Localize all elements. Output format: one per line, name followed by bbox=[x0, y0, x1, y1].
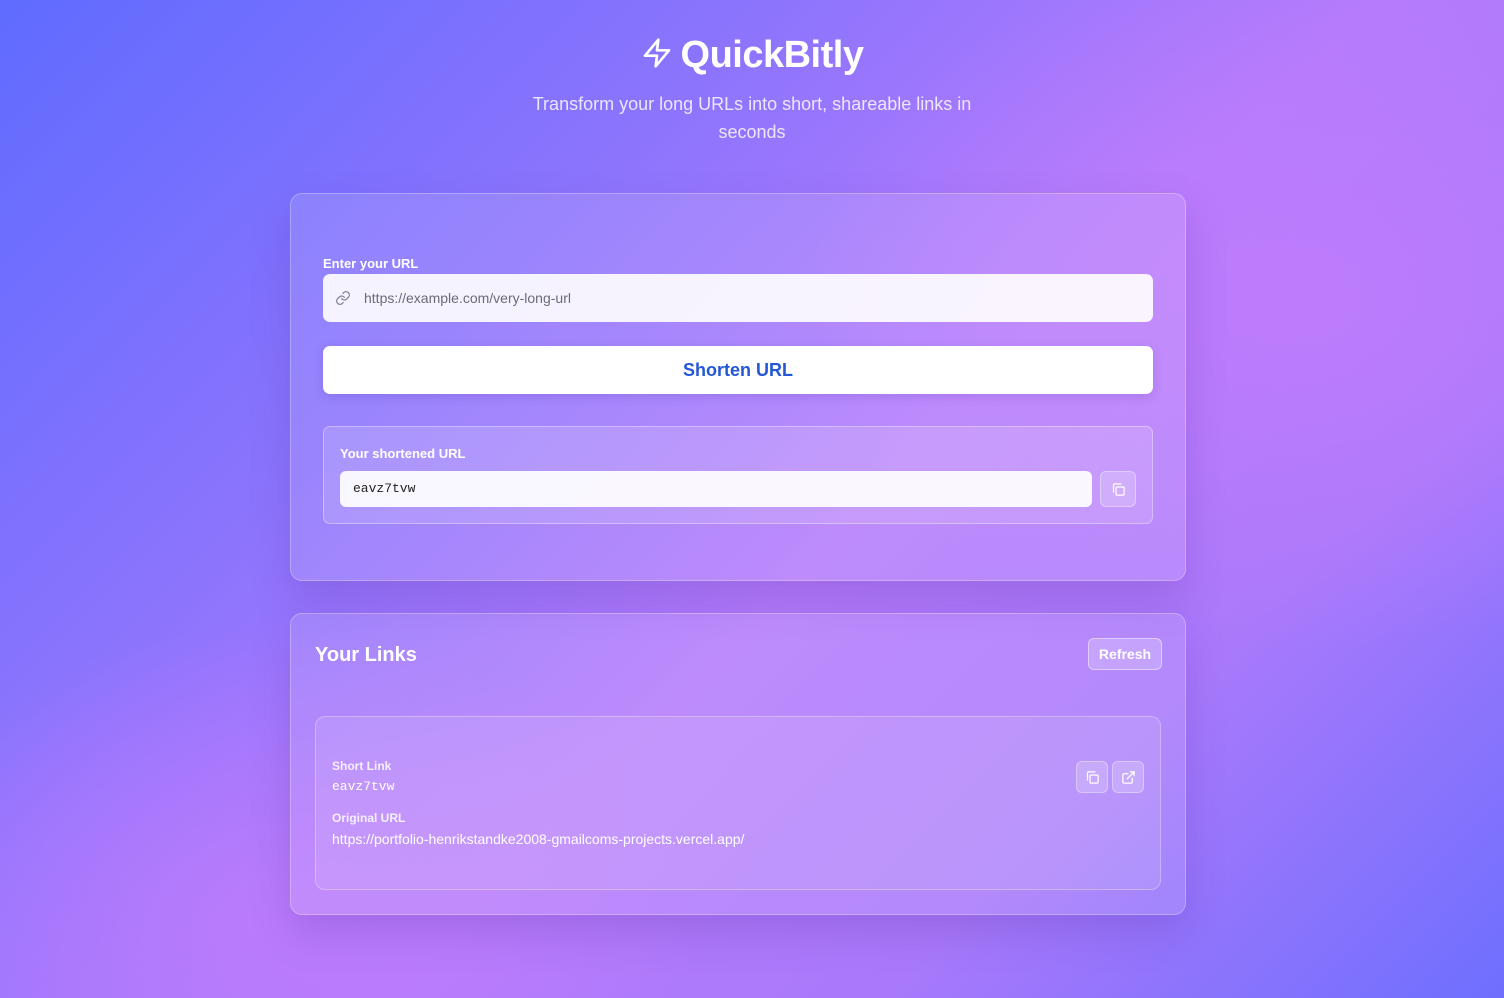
list-item: Short Link eavz7tvw Original URL https:/… bbox=[315, 716, 1161, 890]
app-title: QuickBitly bbox=[680, 33, 864, 76]
shorten-card: Enter your URL Shorten URL Your shortene… bbox=[290, 193, 1186, 581]
original-url-label: Original URL bbox=[332, 811, 406, 825]
url-input[interactable] bbox=[364, 290, 1124, 306]
url-input-container[interactable] bbox=[323, 274, 1153, 322]
shortened-url-field[interactable]: eavz7tvw bbox=[340, 471, 1092, 507]
brand: QuickBitly bbox=[641, 30, 864, 80]
refresh-button[interactable]: Refresh bbox=[1088, 638, 1162, 670]
lightning-bolt-icon bbox=[641, 37, 673, 74]
app-header: QuickBitly Transform your long URLs into… bbox=[0, 30, 1504, 146]
external-link-icon bbox=[1121, 770, 1136, 785]
copy-icon bbox=[1111, 482, 1126, 497]
app-subtitle: Transform your long URLs into short, sha… bbox=[532, 94, 972, 142]
url-field-label: Enter your URL bbox=[323, 256, 419, 271]
shortened-url-result: Your shortened URL eavz7tvw bbox=[323, 426, 1153, 524]
open-link-button[interactable] bbox=[1112, 761, 1144, 793]
original-url-value: https://portfolio-henrikstandke2008-gmai… bbox=[332, 831, 745, 847]
links-card: Your Links Refresh Short Link eavz7tvw O… bbox=[290, 613, 1186, 915]
copy-icon bbox=[1085, 770, 1100, 785]
copy-shortened-url-button[interactable] bbox=[1100, 471, 1136, 507]
copy-link-button[interactable] bbox=[1076, 761, 1108, 793]
short-link-value: eavz7tvw bbox=[332, 779, 395, 794]
shorten-url-button[interactable]: Shorten URL bbox=[323, 346, 1153, 394]
link-icon bbox=[335, 290, 351, 306]
links-title: Your Links bbox=[315, 644, 417, 666]
short-link-label: Short Link bbox=[332, 759, 392, 773]
shortened-url-label: Your shortened URL bbox=[340, 446, 466, 461]
